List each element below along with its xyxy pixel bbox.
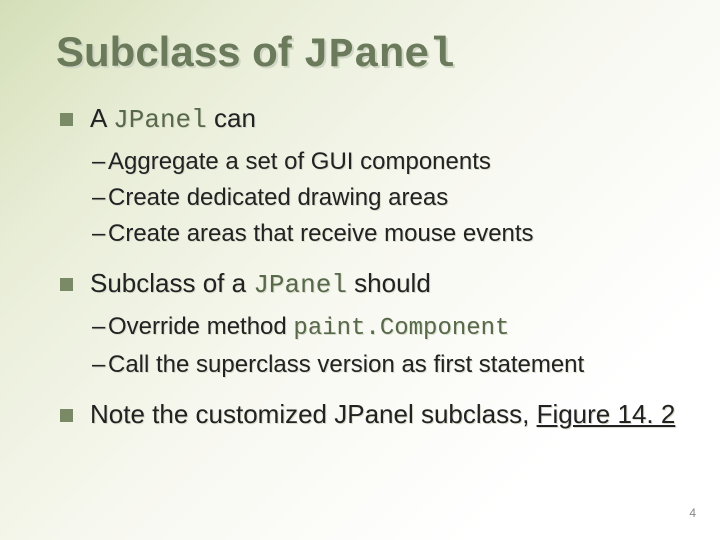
slide: Subclass of JPanel A JPanel can –Aggrega… <box>0 0 720 540</box>
text-part: should <box>347 268 431 298</box>
sub-item: –Call the superclass version as first st… <box>92 347 690 383</box>
sub-text: Aggregate a set of GUI components <box>108 148 491 175</box>
square-bullet-icon <box>60 278 73 291</box>
sub-item: –Override method paint.Component <box>92 309 690 347</box>
sub-text: Create dedicated drawing areas <box>108 184 448 211</box>
dash-icon: – <box>92 309 108 345</box>
sub-item: –Create dedicated drawing areas <box>92 180 690 216</box>
code-part: JPanel <box>113 105 207 135</box>
sub-list: –Aggregate a set of GUI components –Crea… <box>90 144 690 252</box>
sub-code: paint.Component <box>293 315 509 342</box>
sub-item: –Aggregate a set of GUI components <box>92 144 690 180</box>
bullet-item: Subclass of a JPanel should –Override me… <box>60 266 690 383</box>
sub-item: –Create areas that receive mouse events <box>92 216 690 252</box>
sub-text: Override method <box>108 313 293 340</box>
page-number: 4 <box>689 506 696 520</box>
bullet-item: A JPanel can –Aggregate a set of GUI com… <box>60 101 690 252</box>
square-bullet-icon <box>60 113 73 126</box>
bullet-text: Subclass of a JPanel should <box>90 266 690 303</box>
dash-icon: – <box>92 144 108 180</box>
text-part: Subclass of a <box>90 268 253 298</box>
text-part: can <box>207 103 256 133</box>
title-text: Subclass of <box>56 28 303 75</box>
dash-icon: – <box>92 216 108 252</box>
text-part: A <box>90 103 113 133</box>
dash-icon: – <box>92 347 108 383</box>
square-bullet-icon <box>60 409 73 422</box>
sub-text: Create areas that receive mouse events <box>108 220 534 247</box>
sub-list: –Override method paint.Component –Call t… <box>90 309 690 383</box>
sub-text: Call the superclass version as first sta… <box>108 351 584 378</box>
slide-title: Subclass of JPanel <box>56 28 690 79</box>
title-code: JPanel <box>303 31 454 79</box>
text-part: Note the customized JPanel subclass, <box>90 399 537 429</box>
figure-link[interactable]: Figure 14. 2 <box>537 399 676 429</box>
bullet-text: Note the customized JPanel subclass, Fig… <box>90 397 690 432</box>
bullet-list: A JPanel can –Aggregate a set of GUI com… <box>60 101 690 432</box>
dash-icon: – <box>92 180 108 216</box>
bullet-text: A JPanel can <box>90 101 690 138</box>
bullet-item: Note the customized JPanel subclass, Fig… <box>60 397 690 432</box>
code-part: JPanel <box>253 270 347 300</box>
